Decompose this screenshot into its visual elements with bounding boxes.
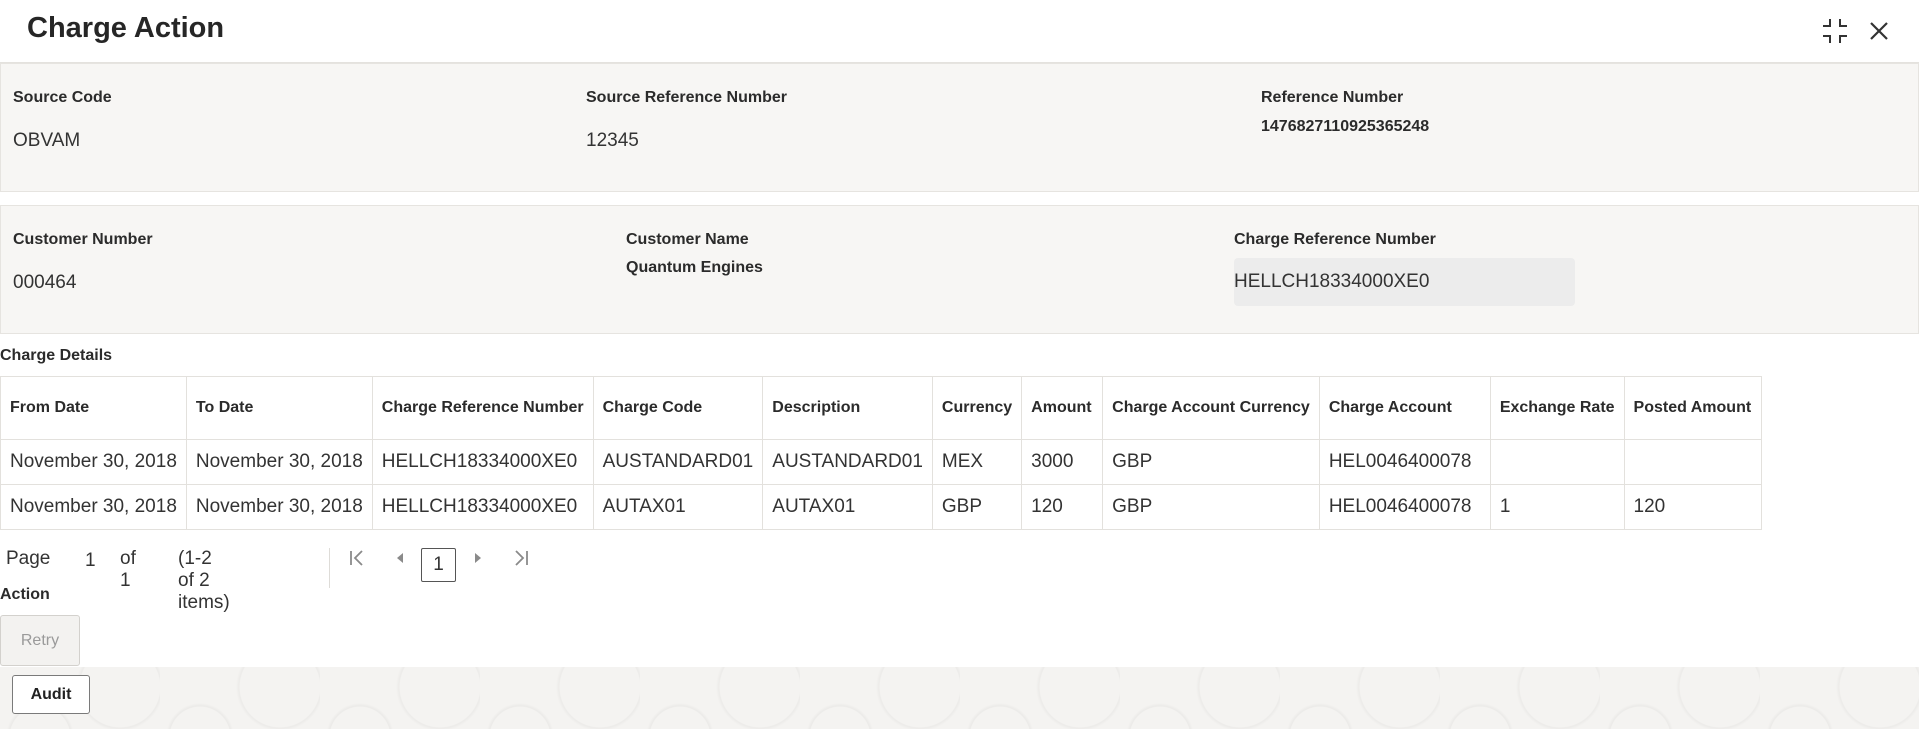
column-header[interactable]: Currency — [931, 376, 1023, 440]
cell-charge-account: HEL0046400078 — [1318, 439, 1491, 485]
cell-description: AUTAX01 — [762, 484, 933, 530]
cell-charge-account: HEL0046400078 — [1318, 484, 1491, 530]
first-page-icon[interactable] — [348, 548, 366, 573]
customer-name-value: Quantum Engines — [626, 259, 763, 276]
table-row[interactable]: November 30, 2018 November 30, 2018 HELL… — [0, 484, 1762, 530]
column-header[interactable]: Charge Reference Number — [371, 376, 594, 440]
column-header[interactable]: Charge Account — [1318, 376, 1491, 440]
cell-charge-ref: HELLCH18334000XE0 — [371, 439, 594, 485]
footer-background — [0, 667, 1919, 729]
dialog-title: Charge Action — [27, 12, 225, 44]
dialog-header: Charge Action — [0, 0, 1919, 63]
charge-details-label: Charge Details — [0, 347, 113, 364]
source-ref-label: Source Reference Number — [586, 89, 787, 106]
cell-description: AUSTANDARD01 — [762, 439, 933, 485]
cell-from-date: November 30, 2018 — [0, 439, 187, 485]
items-count-label: (1-2 of 2 items) — [178, 548, 230, 613]
audit-button[interactable]: Audit — [12, 675, 90, 714]
cell-to-date: November 30, 2018 — [185, 484, 373, 530]
charge-details-table: From Date To Date Charge Reference Numbe… — [0, 376, 1762, 530]
column-header[interactable]: Charge Code — [592, 376, 764, 440]
cell-charge-code: AUTAX01 — [592, 484, 764, 530]
close-icon[interactable] — [1864, 16, 1894, 46]
prev-page-icon[interactable] — [394, 548, 406, 573]
charge-ref-label: Charge Reference Number — [1234, 231, 1436, 248]
cell-currency: MEX — [931, 439, 1023, 485]
cell-exchange-rate: 1 — [1489, 484, 1625, 530]
source-code-value: OBVAM — [13, 130, 81, 151]
cell-amount: 120 — [1021, 484, 1104, 530]
column-header[interactable]: Posted Amount — [1623, 376, 1762, 440]
cell-posted-amount — [1623, 439, 1762, 485]
page-number-input[interactable]: 1 — [85, 550, 96, 572]
column-header[interactable]: Exchange Rate — [1489, 376, 1625, 440]
action-label: Action — [0, 586, 50, 603]
source-code-label: Source Code — [13, 89, 112, 106]
table-row[interactable]: November 30, 2018 November 30, 2018 HELL… — [0, 439, 1762, 485]
next-page-icon[interactable] — [472, 548, 484, 573]
customer-number-label: Customer Number — [13, 231, 153, 248]
page-of-label: of 1 — [120, 548, 136, 591]
cell-to-date: November 30, 2018 — [185, 439, 373, 485]
retry-button[interactable]: Retry — [0, 615, 80, 666]
collapse-icon[interactable] — [1820, 16, 1850, 46]
last-page-icon[interactable] — [512, 548, 530, 573]
reference-number-value: 1476827110925365248 — [1261, 118, 1430, 135]
cell-charge-code: AUSTANDARD01 — [592, 439, 764, 485]
column-header[interactable]: Description — [762, 376, 933, 440]
source-ref-value: 12345 — [586, 130, 639, 151]
customer-panel: Customer Number 000464 Customer Name Qua… — [0, 205, 1919, 334]
page-label: Page — [6, 548, 51, 569]
cell-from-date: November 30, 2018 — [0, 484, 187, 530]
pager-divider — [329, 548, 330, 588]
cell-exchange-rate — [1489, 439, 1625, 485]
cell-posted-amount: 120 — [1623, 484, 1762, 530]
current-page-button[interactable]: 1 — [421, 548, 456, 582]
source-panel: Source Code OBVAM Source Reference Numbe… — [0, 63, 1919, 192]
cell-amount: 3000 — [1021, 439, 1104, 485]
cell-charge-account-currency: GBP — [1102, 484, 1320, 530]
charge-ref-field[interactable]: HELLCH18334000XE0 — [1234, 258, 1575, 306]
table-header-row: From Date To Date Charge Reference Numbe… — [0, 376, 1762, 440]
column-header[interactable]: To Date — [185, 376, 373, 440]
column-header[interactable]: From Date — [0, 376, 187, 440]
cell-currency: GBP — [931, 484, 1023, 530]
customer-name-label: Customer Name — [626, 231, 749, 248]
reference-number-label: Reference Number — [1261, 89, 1404, 106]
cell-charge-ref: HELLCH18334000XE0 — [371, 484, 594, 530]
cell-charge-account-currency: GBP — [1102, 439, 1320, 485]
column-header[interactable]: Charge Account Currency — [1102, 376, 1320, 440]
customer-number-value: 000464 — [13, 272, 77, 293]
column-header[interactable]: Amount — [1021, 376, 1104, 440]
